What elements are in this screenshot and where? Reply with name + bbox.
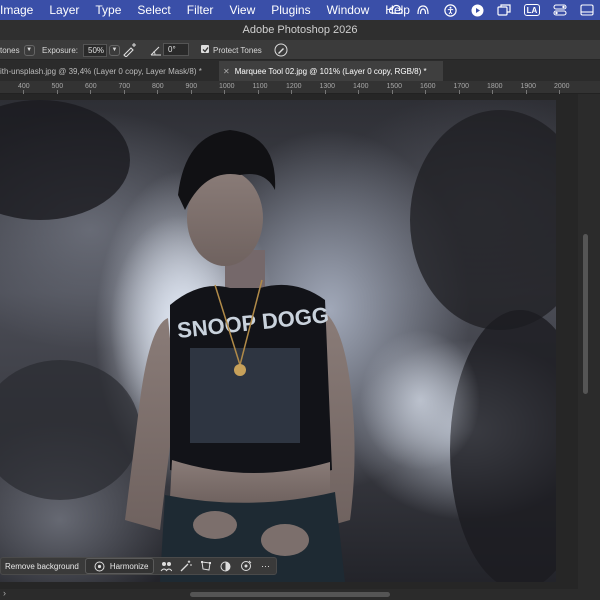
vertical-scrollbar[interactable] bbox=[578, 94, 600, 589]
horizontal-scrollbar[interactable]: › bbox=[0, 588, 600, 600]
exposure-input[interactable]: 50% bbox=[83, 43, 108, 57]
ruler-tick-label: 1500 bbox=[386, 83, 403, 90]
accessibility-icon[interactable] bbox=[443, 3, 457, 17]
photo-illustration: SNOOP DOGG bbox=[0, 100, 556, 582]
creative-cloud-icon[interactable] bbox=[389, 3, 403, 17]
menu-window[interactable]: Window bbox=[319, 3, 378, 17]
remove-background-button[interactable]: Remove background bbox=[1, 558, 83, 574]
input-language-icon[interactable]: LA bbox=[524, 4, 540, 16]
tool-options-bar: tones ▼ Exposure: 50% ▼ 0° Protect Tones bbox=[0, 40, 600, 60]
play-icon[interactable] bbox=[470, 3, 484, 17]
menu-view[interactable]: View bbox=[221, 3, 263, 17]
ruler-tick-label: 800 bbox=[152, 83, 164, 90]
menu-select[interactable]: Select bbox=[129, 3, 178, 17]
chevron-down-icon[interactable]: ▼ bbox=[23, 44, 35, 56]
menu-filter[interactable]: Filter bbox=[179, 3, 222, 17]
menu-type[interactable]: Type bbox=[87, 3, 129, 17]
control-center-icon[interactable] bbox=[553, 3, 567, 17]
angle-input[interactable]: 0° bbox=[163, 43, 189, 56]
ruler-tick-label: 1300 bbox=[319, 83, 336, 90]
ruler-tick-label: 1000 bbox=[219, 83, 235, 90]
menu-image[interactable]: Image bbox=[0, 3, 41, 17]
tab-unsplash-document[interactable]: ith-unsplash.jpg @ 39,4% (Layer 0 copy, … bbox=[0, 61, 218, 81]
ruler-tick-label: 600 bbox=[85, 83, 97, 90]
range-select[interactable]: tones ▼ bbox=[0, 43, 35, 57]
remove-background-label: Remove background bbox=[5, 561, 79, 571]
document-canvas[interactable]: SNOOP DOGG bbox=[0, 100, 556, 582]
pressure-size-icon[interactable] bbox=[274, 43, 288, 59]
ruler-tick-label: 400 bbox=[18, 83, 30, 90]
window-icon[interactable] bbox=[497, 3, 511, 17]
harmonize-label: Harmonize bbox=[109, 561, 149, 571]
chevron-down-icon[interactable]: ▼ bbox=[109, 44, 121, 56]
ruler-tick-label: 1600 bbox=[420, 83, 436, 90]
airbrush-icon[interactable] bbox=[122, 43, 138, 59]
ruler-tick-label: 1200 bbox=[286, 83, 302, 90]
adjustment-icon[interactable] bbox=[219, 559, 233, 573]
magic-wand-icon[interactable] bbox=[179, 559, 193, 573]
window-title-bar: Adobe Photoshop 2026 bbox=[0, 20, 600, 40]
close-icon[interactable]: ✕ bbox=[223, 67, 230, 76]
ruler-tick-label: 1900 bbox=[520, 83, 537, 90]
protect-tones-label: Protect Tones bbox=[213, 46, 262, 55]
generative-fill-icon[interactable] bbox=[239, 559, 253, 573]
ruler-tick-label: 2000 bbox=[554, 83, 570, 90]
harmonize-icon bbox=[93, 559, 107, 573]
ruler-tick-label: 700 bbox=[118, 83, 131, 90]
select-subject-icon[interactable] bbox=[159, 559, 173, 573]
window-title: Adobe Photoshop 2026 bbox=[242, 24, 358, 36]
contextual-task-bar: Remove background Harmonize ⋯ bbox=[0, 557, 277, 575]
ruler-tick-label: 1700 bbox=[453, 83, 470, 90]
more-options-icon[interactable]: ⋯ bbox=[259, 559, 273, 573]
ruler-tick-label: 900 bbox=[185, 83, 198, 90]
ruler-tick-label: 1400 bbox=[353, 83, 369, 90]
transform-icon[interactable] bbox=[199, 559, 213, 573]
notification-icon[interactable] bbox=[580, 3, 594, 17]
range-value: tones bbox=[0, 45, 20, 55]
canvas-workspace[interactable]: SNOOP DOGG bbox=[0, 94, 578, 589]
ruler-tick-label: 1100 bbox=[252, 83, 268, 90]
ruler-tick-label: 500 bbox=[51, 83, 64, 90]
airdrop-icon[interactable] bbox=[416, 3, 430, 17]
menu-plugins[interactable]: Plugins bbox=[263, 3, 318, 17]
menu-layer[interactable]: Layer bbox=[41, 3, 87, 17]
harmonize-button[interactable]: Harmonize bbox=[84, 558, 154, 574]
exposure-control: Exposure: 50% ▼ bbox=[42, 43, 121, 57]
horizontal-ruler: 400 500 600 700 800 900 1000 1100 1200 1300 1400 15… bbox=[0, 81, 600, 94]
tab-label: Marquee Tool 02.jpg @ 101% (Layer 0 copy… bbox=[234, 66, 427, 76]
horizontal-scroll-thumb[interactable] bbox=[190, 592, 390, 597]
ruler-tick-label: 1800 bbox=[487, 83, 503, 90]
tab-marquee-tool-document[interactable]: ✕ Marquee Tool 02.jpg @ 101% (Layer 0 co… bbox=[219, 61, 443, 81]
tab-label: ith-unsplash.jpg @ 39,4% (Layer 0 copy, … bbox=[0, 66, 202, 76]
vertical-scroll-thumb[interactable] bbox=[583, 234, 588, 394]
angle-icon bbox=[150, 44, 162, 58]
status-menu-extras: LA bbox=[389, 0, 600, 20]
document-tabs: ith-unsplash.jpg @ 39,4% (Layer 0 copy, … bbox=[0, 61, 600, 81]
exposure-label: Exposure: bbox=[42, 45, 79, 55]
protect-tones-checkbox[interactable] bbox=[201, 45, 209, 53]
menu-bar: Image Layer Type Select Filter View Plug… bbox=[0, 0, 600, 20]
chevron-right-icon[interactable]: › bbox=[3, 588, 6, 598]
